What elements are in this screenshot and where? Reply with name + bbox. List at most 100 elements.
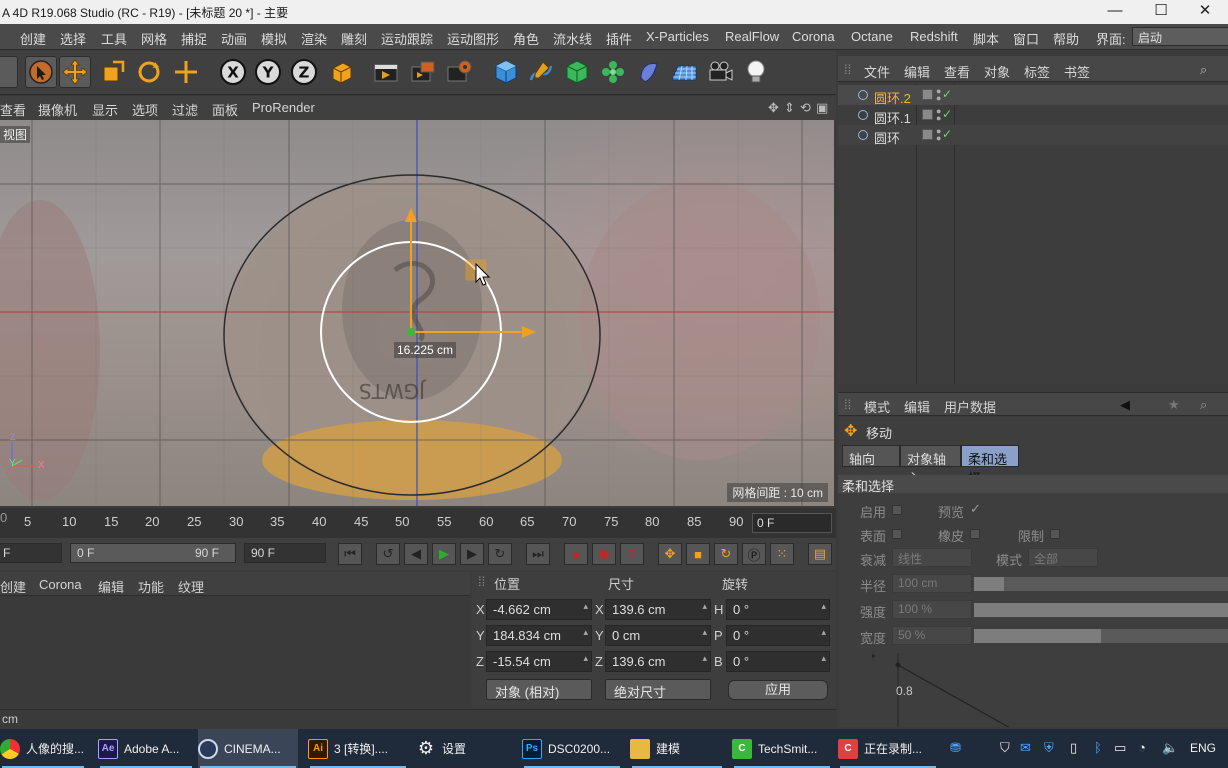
radius-field[interactable]: 100 cm [892,574,972,593]
auto-key-icon[interactable]: ◉ [592,543,616,565]
vp-menu-prorender[interactable]: ProRender [252,100,315,115]
om-menu-edit[interactable]: 编辑 [904,62,930,81]
enabled-check-icon[interactable]: ✓ [942,87,952,101]
transform-tool-icon[interactable] [170,56,202,88]
y-axis-lock-icon[interactable]: Y [252,56,284,88]
apply-button[interactable]: 应用 [728,680,828,700]
enabled-check-icon[interactable]: ✓ [942,127,952,141]
om-menu-bookmarks[interactable]: 书签 [1064,62,1090,81]
subdivision-icon[interactable] [561,56,593,88]
preview-check-icon[interactable]: ✓ [970,501,981,517]
step-forward-icon[interactable]: ▶ [460,543,484,565]
rotate-tool-icon[interactable] [133,56,165,88]
tab-object-axis[interactable]: 对象轴心 [900,445,961,486]
maximize-view-icon[interactable]: ▣ [816,100,828,116]
strength-field[interactable]: 100 % [892,600,972,619]
task-after-effects[interactable]: Ae Adobe A... [98,729,194,768]
key-scale-icon[interactable]: ■ [686,543,710,565]
language-indicator[interactable]: ENG [1190,741,1216,755]
size-z-field[interactable]: 139.6 cm [605,651,711,672]
size-y-field[interactable]: 0 cm [605,625,711,646]
mail-tray-icon[interactable]: ✉ [1020,740,1031,756]
step-back-icon[interactable]: ◀ [404,543,428,565]
key-rotation-icon[interactable]: ↻ [714,543,738,565]
menu-mograph[interactable]: 运动图形 [447,29,499,48]
object-row[interactable]: 圆环.1 ● ● ✓ [838,105,1228,126]
mat-menu-create[interactable]: 创建 [0,577,26,596]
object-row[interactable]: 圆环 ● ● ✓ [838,125,1228,147]
falloff-graph[interactable] [872,649,1228,727]
om-menu-view[interactable]: 查看 [944,62,970,81]
minimize-button[interactable]: — [1092,0,1138,24]
menu-redshift[interactable]: Redshift [910,29,958,44]
menu-create[interactable]: 创建 [20,29,46,48]
material-area[interactable] [0,597,470,707]
end-frame-field[interactable]: 90 F [244,543,326,563]
mode-dropdown[interactable]: 全部 [1028,548,1098,567]
key-pla-icon[interactable]: ⁙ [770,543,794,565]
om-menu-file[interactable]: 文件 [864,62,890,81]
frame-range-slider[interactable]: 0 F 90 F [70,543,236,563]
render-view-icon[interactable] [370,56,402,88]
task-techsmith[interactable]: C TechSmit... [732,729,832,768]
start-frame-field[interactable]: F [0,543,62,563]
task-chrome[interactable]: 人像的搜... [0,729,86,768]
key-position-icon[interactable]: ✥ [658,543,682,565]
camera-icon[interactable] [704,56,736,88]
coordinate-system-icon[interactable] [325,56,357,88]
mat-menu-function[interactable]: 功能 [138,577,164,596]
visibility-dots-icon[interactable]: ● ● [936,87,941,103]
radius-slider-track[interactable] [974,577,1228,591]
task-illustrator[interactable]: Ai 3 [转换].... [308,729,408,768]
rubber-checkbox[interactable] [970,529,980,539]
wifi-tray-icon[interactable]: ◔ [1138,740,1146,755]
play-icon[interactable]: ▶ [432,543,456,565]
usb-tray-icon[interactable]: ▯ [1070,740,1077,756]
coord-mode-dropdown[interactable]: 对象 (相对) [486,679,592,700]
live-select-icon[interactable] [25,56,57,88]
am-menu-edit[interactable]: 编辑 [904,397,930,416]
key-parameter-icon[interactable]: Ⓟ [742,543,766,565]
menu-motion-tracking[interactable]: 运动跟踪 [381,29,433,48]
menu-window[interactable]: 窗口 [1013,29,1039,48]
mat-menu-edit[interactable]: 编辑 [98,577,124,596]
pos-y-field[interactable]: 184.834 cm [486,625,592,646]
menu-select[interactable]: 选择 [60,29,86,48]
object-name[interactable]: 圆环 [874,128,900,147]
menu-snap[interactable]: 捕捉 [181,29,207,48]
cube-icon[interactable] [490,56,522,88]
task-photoshop[interactable]: Ps DSC0200... [522,729,622,768]
task-settings[interactable]: ⚙ 设置 [416,729,508,768]
size-x-field[interactable]: 139.6 cm [605,599,711,620]
menu-animate[interactable]: 动画 [221,29,247,48]
visibility-dots-icon[interactable]: ● ● [936,107,941,123]
menu-simulate[interactable]: 模拟 [261,29,287,48]
vp-menu-filter[interactable]: 过滤 [172,100,198,119]
task-camtasia[interactable]: C 正在录制... [838,729,938,768]
maximize-button[interactable]: ☐ [1138,0,1184,24]
mat-menu-texture[interactable]: 纹理 [178,577,204,596]
task-folder[interactable]: 建模 [630,729,724,768]
menu-corona[interactable]: Corona [792,29,835,44]
volume-tray-icon[interactable]: 🔈 [1162,740,1178,756]
enabled-check-icon[interactable]: ✓ [942,107,952,121]
menu-plugins[interactable]: 插件 [606,29,632,48]
surface-checkbox[interactable] [892,529,902,539]
rotate-view-icon[interactable]: ⟲ [800,100,811,116]
goto-end-icon[interactable]: ⏭ [526,543,550,565]
bookmark-icon[interactable]: ★ [1168,397,1180,413]
viewport[interactable]: JGWTS 视图 16.225 cm Z Y X 网格间距 : 10 cm [0,120,834,506]
tab-soft-selection[interactable]: 柔和选择 [961,445,1019,486]
back-arrow-icon[interactable]: ◀ [1120,397,1130,413]
menu-script[interactable]: 脚本 [973,29,999,48]
limit-checkbox[interactable] [1050,529,1060,539]
next-key-icon[interactable]: ↻ [488,543,512,565]
om-menu-objects[interactable]: 对象 [984,62,1010,81]
vp-menu-view[interactable]: 查看 [0,100,26,119]
rot-h-field[interactable]: 0 ° [726,599,830,620]
move-tool-icon[interactable] [59,56,91,88]
vp-menu-options[interactable]: 选项 [132,100,158,119]
x-axis-lock-icon[interactable]: X [217,56,249,88]
am-menu-mode[interactable]: 模式 [864,397,890,416]
menu-x-particles[interactable]: X-Particles [646,29,709,44]
